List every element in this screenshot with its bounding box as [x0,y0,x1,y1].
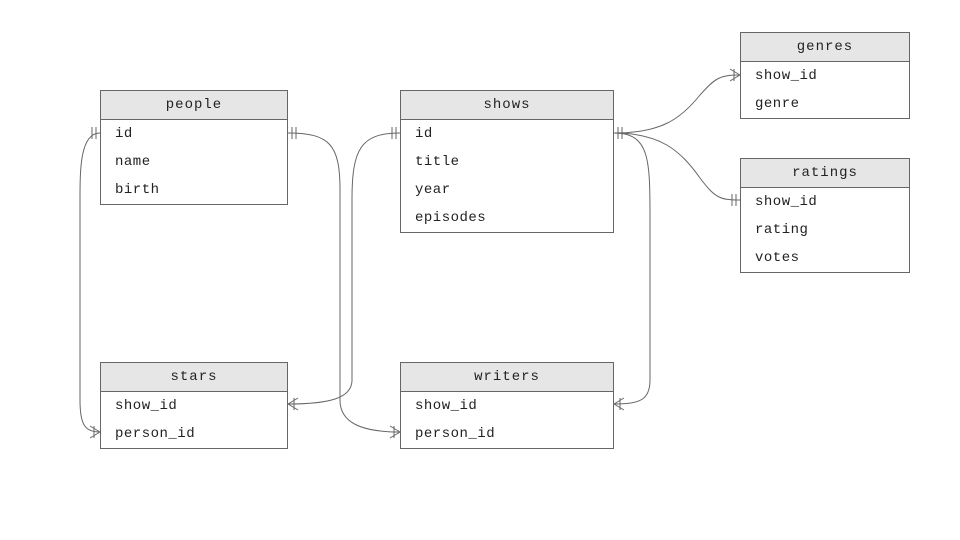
entity-ratings-field-showid: show_id [741,188,909,216]
entity-writers: writers show_id person_id [400,362,614,449]
entity-ratings-field-votes: votes [741,244,909,272]
entity-people-title: people [101,91,287,120]
entity-people: people id name birth [100,90,288,205]
entity-writers-title: writers [401,363,613,392]
entity-ratings-title: ratings [741,159,909,188]
entity-people-field-name: name [101,148,287,176]
entity-ratings-field-rating: rating [741,216,909,244]
entity-stars-field-showid: show_id [101,392,287,420]
entity-writers-field-showid: show_id [401,392,613,420]
entity-shows-field-id: id [401,120,613,148]
entity-genres-field-showid: show_id [741,62,909,90]
entity-people-field-birth: birth [101,176,287,204]
entity-genres-title: genres [741,33,909,62]
entity-writers-field-personid: person_id [401,420,613,448]
entity-shows: shows id title year episodes [400,90,614,233]
entity-stars: stars show_id person_id [100,362,288,449]
entity-shows-title: shows [401,91,613,120]
entity-shows-field-episodes: episodes [401,204,613,232]
entity-genres-field-genre: genre [741,90,909,118]
entity-shows-field-title: title [401,148,613,176]
entity-stars-field-personid: person_id [101,420,287,448]
entity-ratings: ratings show_id rating votes [740,158,910,273]
entity-stars-title: stars [101,363,287,392]
entity-shows-field-year: year [401,176,613,204]
entity-people-field-id: id [101,120,287,148]
entity-genres: genres show_id genre [740,32,910,119]
